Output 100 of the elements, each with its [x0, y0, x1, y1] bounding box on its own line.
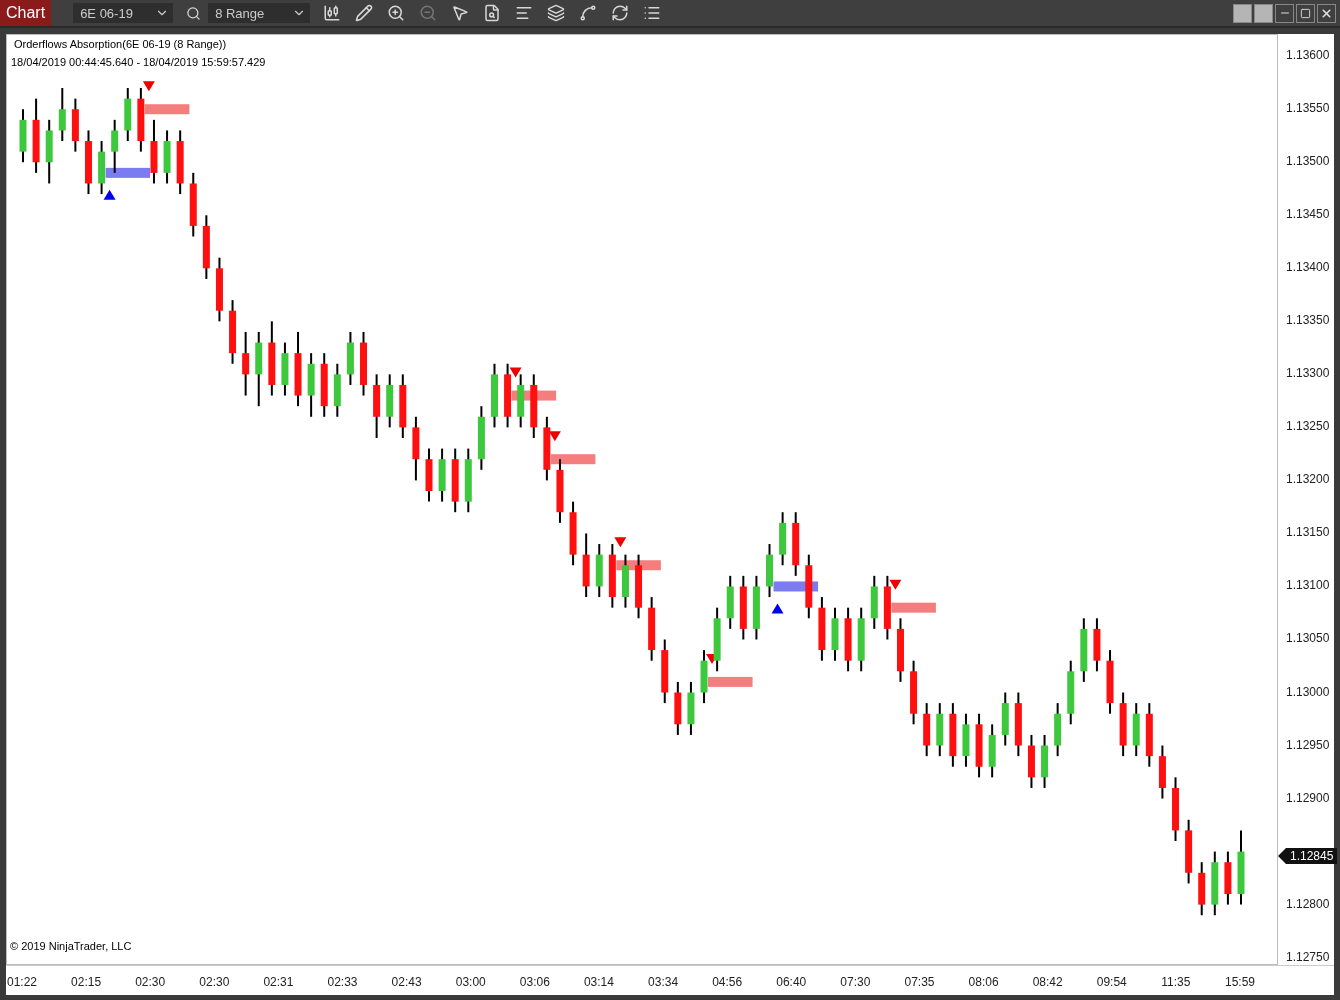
candle — [1158, 744, 1166, 800]
align-icon[interactable] — [515, 4, 534, 22]
down-triangle-icon — [509, 367, 522, 378]
candle — [713, 606, 721, 673]
candle — [582, 532, 590, 599]
candle — [464, 447, 472, 514]
panel-button[interactable] — [1254, 3, 1273, 23]
candle — [700, 649, 708, 705]
candle — [608, 543, 616, 609]
candle — [661, 638, 669, 705]
price-label: 1.13600 — [1286, 48, 1330, 63]
up-triangle-icon — [103, 189, 116, 200]
candle — [1093, 617, 1101, 673]
candle — [386, 373, 394, 429]
candle — [1172, 776, 1179, 842]
candlestick-icon[interactable] — [323, 4, 342, 22]
period-dropdown[interactable]: 8 Range — [208, 3, 311, 23]
indicator-title: Orderflows Absorption(6E 06-19 (8 Range)) — [14, 38, 227, 50]
up-triangle-icon — [771, 603, 784, 614]
candle — [674, 680, 682, 736]
candle — [1224, 850, 1232, 906]
candle — [635, 553, 643, 620]
time-label: 08:06 — [968, 975, 999, 989]
candle — [189, 171, 197, 238]
price-label: 1.13300 — [1286, 366, 1330, 381]
document-search-icon[interactable] — [483, 4, 502, 22]
candle — [98, 140, 106, 196]
candle — [766, 543, 773, 599]
time-label: 08:42 — [1032, 975, 1063, 989]
last-price-marker: 1.12845 — [1278, 847, 1338, 864]
price-label: 1.13450 — [1286, 207, 1330, 222]
candle — [621, 553, 629, 609]
close-icon — [1320, 6, 1333, 20]
candle — [124, 87, 132, 143]
time-label: 11:35 — [1161, 975, 1191, 989]
price-label: 1.13400 — [1286, 260, 1330, 275]
price-label: 1.13350 — [1286, 313, 1330, 328]
time-label: 02:31 — [263, 975, 294, 989]
time-label: 03:34 — [648, 975, 679, 989]
price-label: 1.13550 — [1286, 101, 1330, 116]
candle — [530, 373, 538, 439]
time-label: 02:33 — [327, 975, 358, 989]
candle — [936, 702, 944, 758]
minimize-button[interactable] — [1275, 3, 1294, 23]
candle — [1119, 691, 1127, 758]
time-label: 09:54 — [1096, 975, 1127, 989]
maximize-icon — [1300, 7, 1311, 19]
layers-icon[interactable] — [547, 4, 566, 22]
candle — [1211, 850, 1219, 917]
candle — [1014, 691, 1022, 758]
pointer-icon[interactable] — [451, 4, 470, 22]
down-triangle-icon — [548, 431, 561, 442]
candle — [85, 129, 92, 196]
time-label: 01:22 — [7, 975, 37, 989]
candle — [438, 447, 446, 503]
candle — [687, 680, 695, 736]
candle — [1027, 733, 1035, 789]
sell-zone — [550, 454, 596, 465]
time-label: 03:14 — [583, 975, 614, 989]
candle — [229, 299, 237, 365]
candle — [883, 574, 891, 641]
candle — [412, 415, 420, 482]
candle — [477, 405, 485, 471]
search-icon[interactable] — [186, 5, 202, 21]
candle — [1145, 702, 1153, 768]
candle — [739, 574, 747, 641]
candle — [595, 543, 603, 599]
candle — [831, 606, 839, 662]
close-button[interactable] — [1317, 3, 1336, 23]
down-triangle-icon — [889, 579, 902, 590]
time-label: 15:59 — [1225, 975, 1255, 989]
candle — [897, 617, 904, 683]
pencil-icon[interactable] — [355, 4, 374, 22]
time-label: 06:40 — [776, 975, 807, 989]
time-label: 07:30 — [840, 975, 871, 989]
candle — [752, 574, 760, 641]
candle — [1041, 733, 1049, 789]
price-label: 1.12800 — [1286, 896, 1330, 911]
candle — [163, 129, 171, 185]
candle — [281, 341, 289, 397]
price-label: 1.12750 — [1286, 949, 1330, 964]
sell-zone — [144, 104, 190, 115]
instrument-dropdown[interactable]: 6E 06-19 — [73, 3, 174, 23]
panel-button[interactable] — [1233, 3, 1252, 23]
candle — [307, 352, 315, 418]
list-icon[interactable] — [643, 4, 662, 22]
candle — [818, 596, 826, 662]
candle — [111, 118, 119, 174]
zoom-in-icon[interactable] — [387, 4, 406, 22]
time-label: 03:00 — [455, 975, 486, 989]
down-triangle-icon — [614, 537, 627, 548]
candle — [215, 256, 223, 323]
price-label: 1.13250 — [1286, 419, 1330, 434]
price-label: 1.12900 — [1286, 790, 1330, 805]
spline-icon[interactable] — [579, 4, 598, 22]
candle — [176, 129, 184, 196]
candle — [1067, 659, 1075, 726]
maximize-button[interactable] — [1296, 3, 1315, 23]
refresh-icon[interactable] — [611, 4, 630, 22]
time-label: 03:06 — [519, 975, 550, 989]
